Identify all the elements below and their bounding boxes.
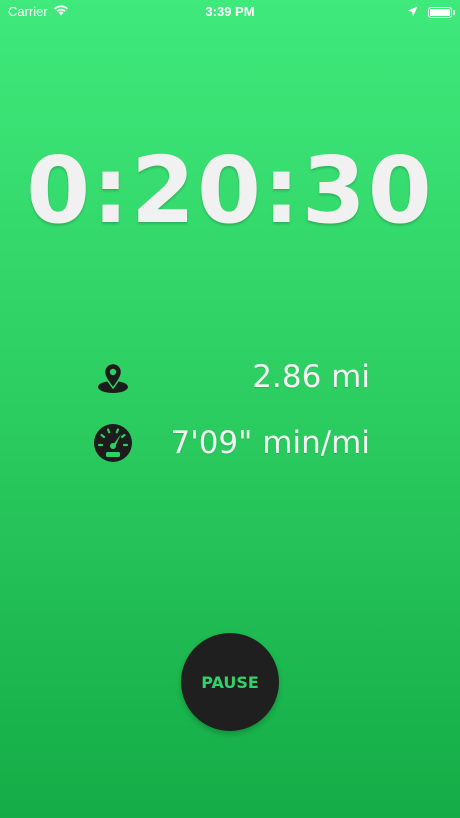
status-bar: Carrier 3:39 PM (0, 0, 460, 24)
map-pin-icon (90, 354, 136, 400)
battery-icon (428, 7, 455, 18)
distance-row: 2.86 mi (90, 354, 370, 400)
speedometer-icon (90, 420, 136, 466)
battery-fill (430, 9, 450, 16)
elapsed-time-display: 0:20:30 (26, 137, 434, 244)
status-time: 3:39 PM (205, 4, 255, 19)
location-arrow-icon (407, 5, 418, 20)
pace-row: 7'09" min/mi (90, 420, 370, 466)
status-right (407, 5, 455, 20)
distance-value: 2.86 mi (252, 359, 370, 395)
pace-value: 7'09" min/mi (170, 425, 370, 461)
pause-button[interactable]: PAUSE (181, 633, 279, 731)
